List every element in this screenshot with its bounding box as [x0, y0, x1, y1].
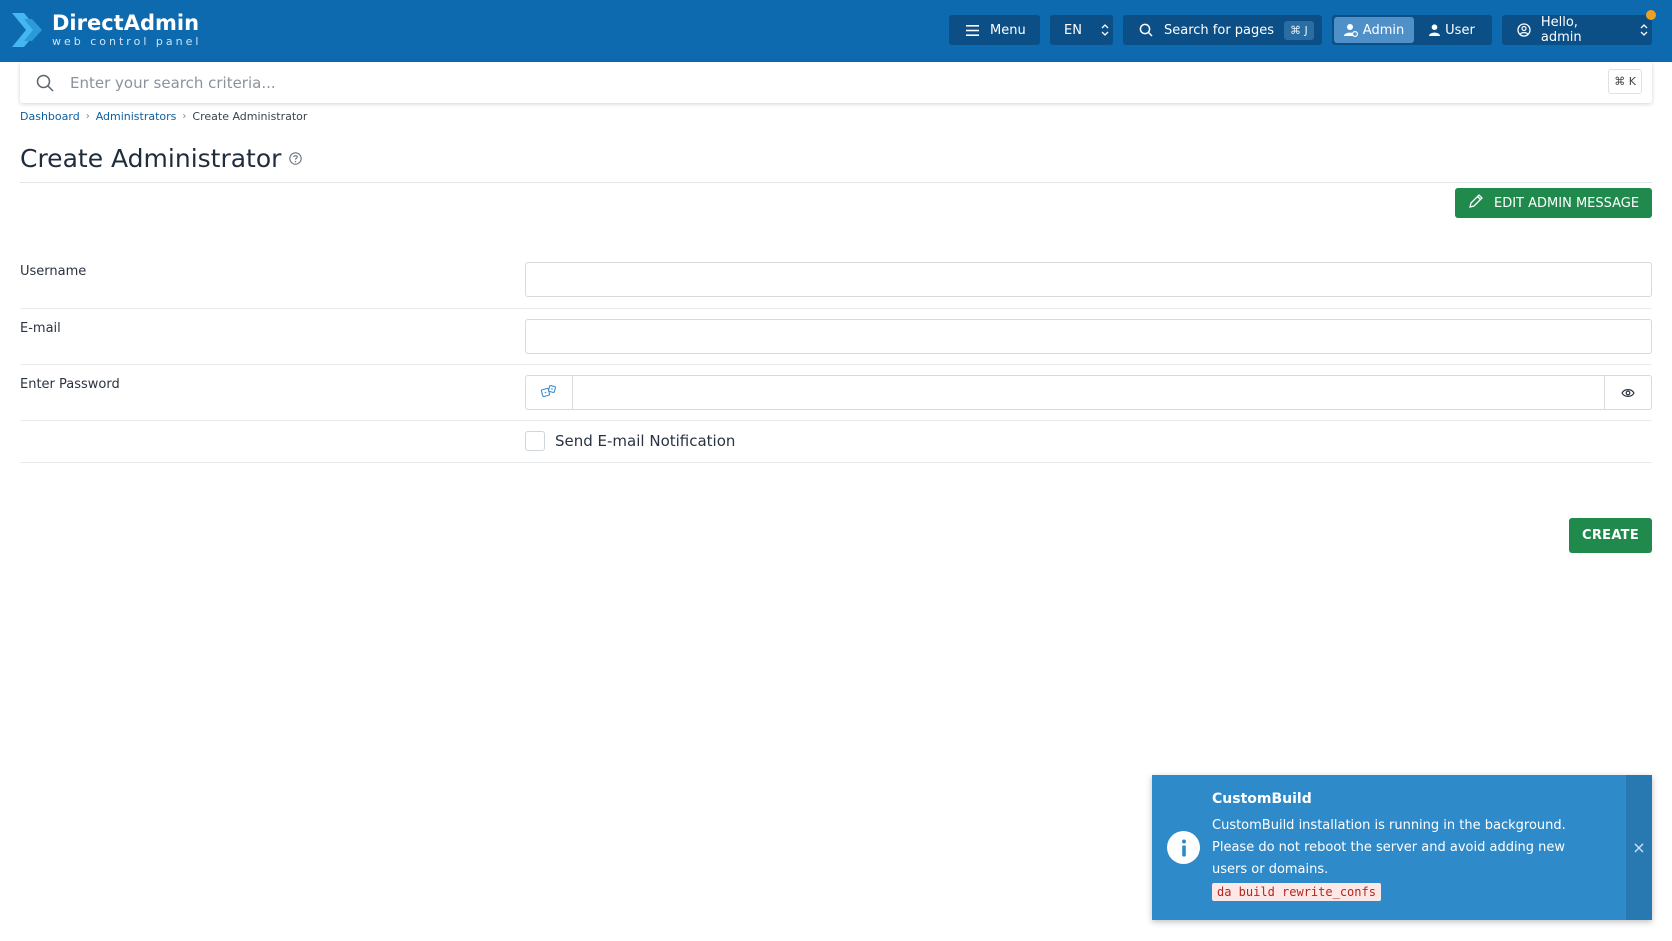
top-navigation-bar: DirectAdmin web control panel Menu EN Se… — [0, 0, 1672, 62]
page-search-button[interactable]: Search for pages ⌘ J — [1123, 15, 1322, 45]
updown-chevron-icon — [1636, 22, 1652, 38]
account-menu-button[interactable]: Hello, admin — [1502, 15, 1652, 45]
username-row: Username — [20, 252, 1652, 309]
menu-label: Menu — [990, 22, 1026, 38]
menu-button[interactable]: Menu — [949, 15, 1040, 45]
role-user-label: User — [1445, 22, 1475, 38]
role-admin-tab[interactable]: Admin — [1334, 17, 1414, 43]
language-selector[interactable]: EN — [1050, 15, 1113, 45]
dice-icon — [540, 383, 557, 402]
page-search-shortcut: ⌘ J — [1284, 20, 1314, 40]
page-title: Create Administrator — [20, 144, 282, 173]
email-input[interactable] — [525, 319, 1652, 354]
global-search-input[interactable] — [70, 73, 1520, 92]
notification-dot — [1646, 10, 1656, 20]
breadcrumb-administrators[interactable]: Administrators — [96, 110, 177, 123]
role-switcher: Admin User — [1332, 15, 1492, 45]
username-label: Username — [20, 264, 87, 279]
username-input[interactable] — [525, 262, 1652, 297]
page-title-wrap: Create Administrator — [20, 144, 303, 173]
toast-message: CustomBuild installation is running in t… — [1212, 818, 1566, 877]
info-icon — [1167, 831, 1200, 864]
password-input[interactable] — [573, 375, 1604, 410]
password-label: Enter Password — [20, 377, 120, 392]
eye-icon — [1621, 383, 1635, 402]
directadmin-logo[interactable]: DirectAdmin web control panel — [10, 10, 201, 50]
help-icon[interactable] — [289, 152, 303, 165]
send-notification-label: Send E-mail Notification — [555, 432, 736, 450]
search-icon — [36, 74, 54, 92]
custombuild-toast: CustomBuild CustomBuild installation is … — [1152, 775, 1652, 920]
global-search-shortcut: ⌘ K — [1608, 69, 1642, 94]
title-divider — [20, 182, 1652, 183]
edit-admin-message-label: EDIT ADMIN MESSAGE — [1494, 195, 1640, 211]
email-row: E-mail — [20, 309, 1652, 365]
hamburger-icon — [964, 22, 980, 38]
brand-subtitle: web control panel — [52, 35, 202, 48]
generate-password-button[interactable] — [525, 375, 573, 410]
pencil-icon — [1468, 193, 1484, 213]
brand-title: DirectAdmin — [52, 11, 200, 35]
breadcrumb: Dashboard › Administrators › Create Admi… — [20, 110, 307, 123]
password-row: Enter Password — [20, 365, 1652, 421]
breadcrumb-current: Create Administrator — [192, 110, 308, 123]
user-icon — [1429, 24, 1441, 36]
toast-title: CustomBuild — [1212, 791, 1312, 807]
page-search-label: Search for pages — [1164, 22, 1275, 38]
search-icon — [1138, 22, 1154, 38]
send-notification-option[interactable]: Send E-mail Notification — [525, 431, 735, 451]
toggle-password-visibility-button[interactable] — [1604, 375, 1652, 410]
updown-chevron-icon — [1098, 22, 1113, 38]
email-label: E-mail — [20, 321, 61, 336]
notification-row: Send E-mail Notification — [20, 421, 1652, 463]
language-value: EN — [1064, 22, 1082, 38]
toast-command: da build rewrite_confs — [1212, 883, 1381, 901]
role-admin-label: Admin — [1362, 22, 1405, 38]
role-user-tab[interactable]: User — [1414, 17, 1490, 43]
admin-user-icon — [1343, 23, 1358, 37]
logo-chevron-icon — [12, 13, 42, 47]
chevron-right-icon: › — [85, 111, 90, 122]
create-button[interactable]: CREATE — [1569, 518, 1652, 553]
chevron-right-icon: › — [182, 111, 187, 122]
greeting-label: Hello, admin — [1540, 15, 1582, 45]
global-search-bar: ⌘ K — [20, 62, 1652, 103]
close-icon[interactable]: × — [1626, 775, 1652, 920]
breadcrumb-dashboard[interactable]: Dashboard — [20, 110, 80, 123]
edit-admin-message-button[interactable]: EDIT ADMIN MESSAGE — [1455, 188, 1652, 218]
account-circle-icon — [1516, 22, 1532, 38]
send-notification-checkbox[interactable] — [525, 431, 545, 451]
